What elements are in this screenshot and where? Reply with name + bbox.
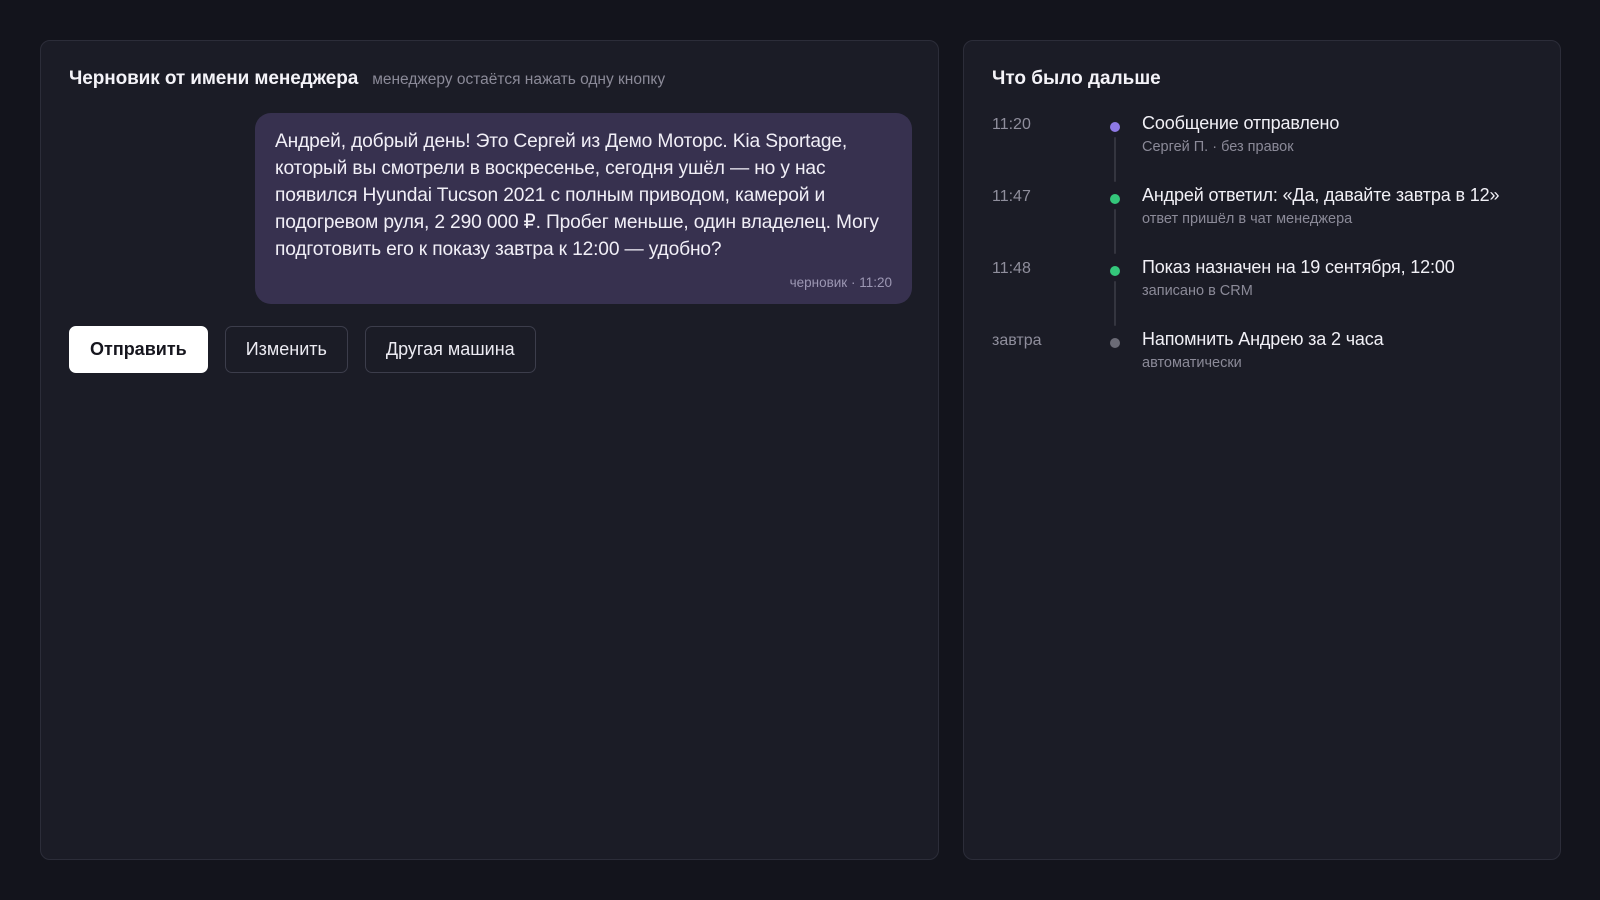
send-button[interactable]: Отправить — [69, 326, 208, 373]
timeline-item-title: Напомнить Андрею за 2 часа — [1142, 329, 1384, 349]
draft-panel: Черновик от имени менеджера менеджеру ос… — [40, 40, 939, 860]
timeline-item-title: Андрей ответил: «Да, давайте завтра в 12… — [1142, 185, 1500, 205]
timeline-panel: Что было дальше 11:20 Сообщение отправле… — [963, 40, 1561, 860]
timeline-item-subtitle: записано в CRM — [1142, 283, 1253, 299]
draft-message-text: Андрей, добрый день! Это Сергей из Демо … — [275, 131, 879, 260]
page: Черновик от имени менеджера менеджеру ос… — [0, 0, 1600, 900]
timeline: 11:20 Сообщение отправлено Сергей П. · б… — [992, 113, 1542, 401]
timeline-item: 11:20 Сообщение отправлено Сергей П. · б… — [992, 113, 1542, 185]
status-dot-icon — [1110, 338, 1120, 348]
draft-panel-header: Черновик от имени менеджера менеджеру ос… — [69, 68, 665, 90]
timeline-item-time: завтра — [992, 332, 1042, 349]
status-dot-icon — [1110, 266, 1120, 276]
timeline-item-time: 11:47 — [992, 188, 1031, 205]
draft-panel-subtitle: менеджеру остаётся нажать одну кнопку — [372, 71, 666, 88]
timeline-connector — [1114, 209, 1116, 254]
timeline-item-time: 11:20 — [992, 116, 1031, 133]
draft-message-bubble: Андрей, добрый день! Это Сергей из Демо … — [255, 113, 912, 304]
timeline-item-title: Показ назначен на 19 сентября, 12:00 — [1142, 257, 1455, 277]
timeline-item-title: Сообщение отправлено — [1142, 113, 1340, 133]
timeline-item-subtitle: Сергей П. · без правок — [1142, 139, 1294, 155]
draft-panel-title: Черновик от имени менеджера — [69, 68, 359, 89]
draft-actions: Отправить Изменить Другая машина — [69, 326, 536, 373]
status-dot-icon — [1110, 122, 1120, 132]
other-car-button[interactable]: Другая машина — [364, 326, 536, 373]
timeline-panel-title: Что было дальше — [992, 68, 1161, 89]
timeline-item-time: 11:48 — [992, 260, 1031, 277]
timeline-item-subtitle: ответ пришёл в чат менеджера — [1142, 211, 1353, 227]
timeline-connector — [1114, 137, 1116, 182]
timeline-item: 11:48 Показ назначен на 19 сентября, 12:… — [992, 257, 1542, 329]
timeline-connector — [1114, 281, 1116, 326]
draft-message-meta: черновик · 11:20 — [789, 275, 892, 290]
timeline-item-subtitle: автоматически — [1142, 355, 1242, 371]
timeline-item: завтра Напомнить Андрею за 2 часа автома… — [992, 329, 1542, 401]
status-dot-icon — [1110, 194, 1120, 204]
timeline-item: 11:47 Андрей ответил: «Да, давайте завтр… — [992, 185, 1542, 257]
edit-button[interactable]: Изменить — [224, 326, 348, 373]
